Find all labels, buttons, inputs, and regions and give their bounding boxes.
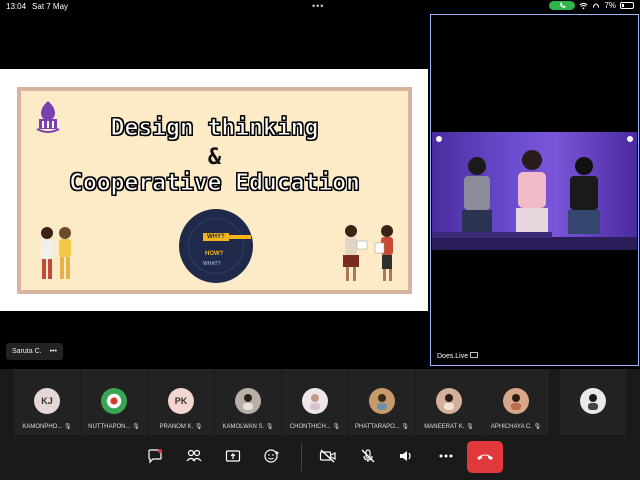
presenter-name: Saruta C. bbox=[12, 348, 42, 355]
chat-icon bbox=[148, 449, 162, 464]
status-right: 7% bbox=[549, 1, 634, 10]
organization-logo-icon bbox=[106, 393, 122, 409]
share-screen-button[interactable] bbox=[218, 441, 248, 471]
presenter-name-chip[interactable]: Saruta C. ••• bbox=[6, 343, 63, 360]
participant-avatar bbox=[101, 388, 127, 414]
participants-button[interactable] bbox=[179, 441, 209, 471]
participant-avatar bbox=[436, 388, 462, 414]
target-what-label: WHAT? bbox=[203, 261, 221, 267]
participant-avatar bbox=[369, 388, 395, 414]
muted-mic-icon: 🎙 bbox=[265, 424, 274, 430]
participant-name: APHICHAYA C. 🎙 bbox=[490, 424, 542, 430]
target-arrow bbox=[229, 235, 251, 239]
status-time: 13:04 bbox=[6, 1, 27, 11]
participant-tile[interactable]: PHATTARAPO... 🎙 bbox=[349, 369, 415, 435]
participant-avatar bbox=[302, 388, 328, 414]
battery-icon bbox=[620, 2, 634, 9]
participant-name: KAMOLWAN S. 🎙 bbox=[222, 424, 274, 430]
why-how-what-target: WHY? HOW? WHAT? bbox=[179, 209, 253, 283]
status-bar: 13:04 Sat 7 May ••• 7% bbox=[0, 0, 640, 12]
participant-avatar bbox=[235, 388, 261, 414]
participant-tile[interactable]: PK PRANOM K. 🎙 bbox=[148, 369, 214, 435]
profile-photo-icon bbox=[511, 394, 521, 410]
status-date: Sat 7 May bbox=[32, 1, 69, 11]
participant-avatar bbox=[503, 388, 529, 414]
video-off-icon bbox=[319, 449, 336, 463]
participant-name: CHONTHICH... 🎙 bbox=[289, 424, 341, 430]
multitasking-dots[interactable]: ••• bbox=[312, 1, 324, 11]
speaker-video bbox=[432, 132, 637, 250]
participant-avatar: PK bbox=[168, 388, 194, 414]
muted-mic-icon: 🎙 bbox=[194, 424, 203, 430]
end-call-button[interactable] bbox=[467, 441, 503, 473]
hang-up-icon bbox=[477, 454, 493, 460]
camera-button[interactable] bbox=[313, 441, 343, 471]
participant-tile[interactable]: MANEERAT K. 🎙 bbox=[416, 369, 482, 435]
battery-percent: 7% bbox=[604, 1, 616, 10]
speakers-on-stage-icon bbox=[432, 150, 637, 250]
participant-tile[interactable]: APHICHAYA C. 🎙 bbox=[483, 369, 549, 435]
audio-output-button[interactable] bbox=[391, 441, 421, 471]
muted-mic-icon: 🎙 bbox=[332, 424, 341, 430]
more-icon bbox=[439, 454, 453, 458]
participant-tile[interactable]: NUTTHAPON... 🎙 bbox=[81, 369, 147, 435]
participant-name: MANEERAT K. 🎙 bbox=[424, 424, 474, 430]
share-screen-icon bbox=[225, 450, 241, 462]
more-options-button[interactable] bbox=[431, 441, 461, 471]
muted-mic-icon: 🎙 bbox=[64, 424, 72, 430]
muted-mic-icon: 🎙 bbox=[401, 424, 410, 430]
speaker-icon bbox=[400, 451, 411, 461]
live-badge-icon bbox=[470, 352, 478, 358]
target-why-label: WHY? bbox=[203, 233, 229, 241]
speaker-tile-name: Does.Live bbox=[437, 353, 469, 360]
profile-photo-icon bbox=[310, 394, 320, 410]
shared-screen: Design thinking & Cooperative Education … bbox=[0, 69, 428, 311]
active-speaker-tile[interactable]: Does.Live bbox=[430, 14, 639, 366]
mic-off-icon bbox=[361, 449, 375, 463]
people-icon bbox=[186, 449, 202, 462]
muted-mic-icon: 🎙 bbox=[132, 424, 140, 430]
slide-title-line2: Cooperative Education bbox=[69, 170, 361, 197]
students-illustration-left-icon bbox=[41, 227, 71, 279]
profile-photo-icon bbox=[588, 394, 598, 410]
slide-content: Design thinking & Cooperative Education … bbox=[21, 91, 408, 290]
slide-ampersand: & bbox=[207, 145, 222, 170]
profile-photo-icon bbox=[377, 394, 387, 410]
reactions-button[interactable] bbox=[257, 441, 287, 471]
slide-frame: Design thinking & Cooperative Education … bbox=[17, 87, 412, 294]
call-indicator[interactable] bbox=[549, 1, 576, 10]
emoji-icon bbox=[264, 449, 279, 463]
presenter-menu-icon[interactable]: ••• bbox=[50, 348, 57, 355]
participant-strip: KJ KAMONPHO... 🎙 NUTTHAPON... 🎙 PK PRANO… bbox=[0, 369, 640, 435]
participant-name: PHATTARAPO... 🎙 bbox=[354, 424, 410, 430]
headphones-icon bbox=[593, 2, 600, 8]
slide-title-line1: Design thinking bbox=[110, 115, 319, 142]
participant-tile[interactable]: KAMOLWAN S. 🎙 bbox=[215, 369, 281, 435]
participant-name: KAMONPHO... 🎙 bbox=[22, 424, 72, 430]
muted-mic-icon: 🎙 bbox=[533, 424, 542, 430]
wifi-icon bbox=[579, 2, 588, 9]
phone-icon bbox=[559, 2, 566, 8]
profile-photo-icon bbox=[444, 394, 454, 410]
profile-photo-icon bbox=[243, 394, 253, 410]
participant-avatar bbox=[580, 388, 606, 414]
participant-name: PRANOM K. 🎙 bbox=[159, 424, 203, 430]
meeting-toolbar bbox=[0, 435, 640, 480]
participant-tile[interactable]: KJ KAMONPHO... 🎙 bbox=[14, 369, 80, 435]
microphone-button[interactable] bbox=[353, 441, 383, 471]
speaker-tile-label: Does.Live bbox=[437, 352, 478, 360]
muted-mic-icon: 🎙 bbox=[466, 424, 474, 430]
chat-button[interactable] bbox=[140, 441, 170, 471]
participant-tile[interactable]: CHONTHICH... 🎙 bbox=[282, 369, 348, 435]
toolbar-divider bbox=[301, 443, 302, 471]
participant-avatar: KJ bbox=[34, 388, 60, 414]
target-how-label: HOW? bbox=[205, 251, 224, 257]
participant-name: NUTTHAPON... 🎙 bbox=[88, 424, 140, 430]
participant-tile[interactable] bbox=[560, 369, 626, 435]
students-illustration-right-icon bbox=[343, 225, 393, 281]
